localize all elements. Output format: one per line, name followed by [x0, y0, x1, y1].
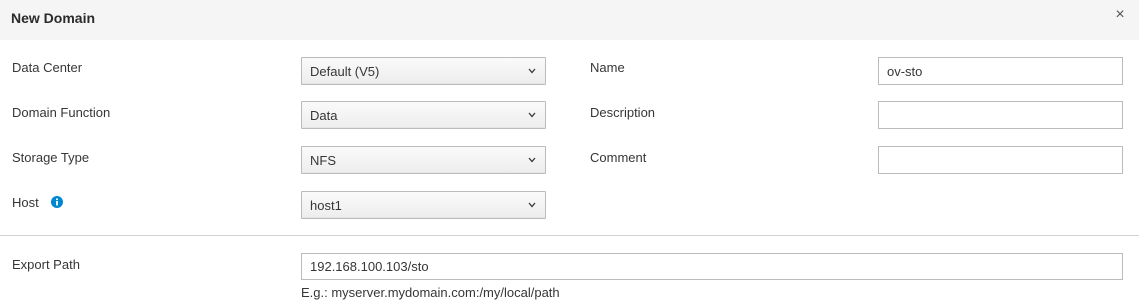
storage-type-label: Storage Type: [12, 150, 90, 165]
domain-function-value: Data: [310, 108, 338, 123]
name-label: Name: [590, 60, 625, 75]
name-input[interactable]: [878, 57, 1123, 85]
comment-input[interactable]: [878, 146, 1123, 174]
export-path-label: Export Path: [12, 257, 80, 272]
host-select[interactable]: host1: [301, 191, 546, 219]
host-value: host1: [310, 198, 342, 213]
info-circle-icon[interactable]: [51, 196, 63, 208]
data-center-value: Default (V5): [310, 64, 380, 79]
dialog-title: New Domain: [11, 10, 96, 26]
comment-label: Comment: [590, 150, 647, 165]
domain-function-select[interactable]: Data: [301, 101, 546, 129]
export-path-hint: E.g.: myserver.mydomain.com:/my/local/pa…: [301, 285, 560, 300]
chevron-down-icon: [528, 202, 536, 208]
dialog-header: New Domain ×: [0, 0, 1139, 40]
storage-type-select[interactable]: NFS: [301, 146, 546, 174]
chevron-down-icon: [528, 112, 536, 118]
chevron-down-icon: [528, 68, 536, 74]
close-icon[interactable]: ×: [1113, 7, 1127, 23]
export-path-input[interactable]: [301, 253, 1123, 280]
section-divider: [0, 235, 1139, 236]
description-input[interactable]: [878, 101, 1123, 129]
data-center-label: Data Center: [12, 60, 83, 75]
data-center-select[interactable]: Default (V5): [301, 57, 546, 85]
domain-function-label: Domain Function: [12, 105, 111, 120]
description-label: Description: [590, 105, 656, 120]
chevron-down-icon: [528, 157, 536, 163]
host-label: Host: [12, 195, 39, 210]
storage-type-value: NFS: [310, 153, 336, 168]
